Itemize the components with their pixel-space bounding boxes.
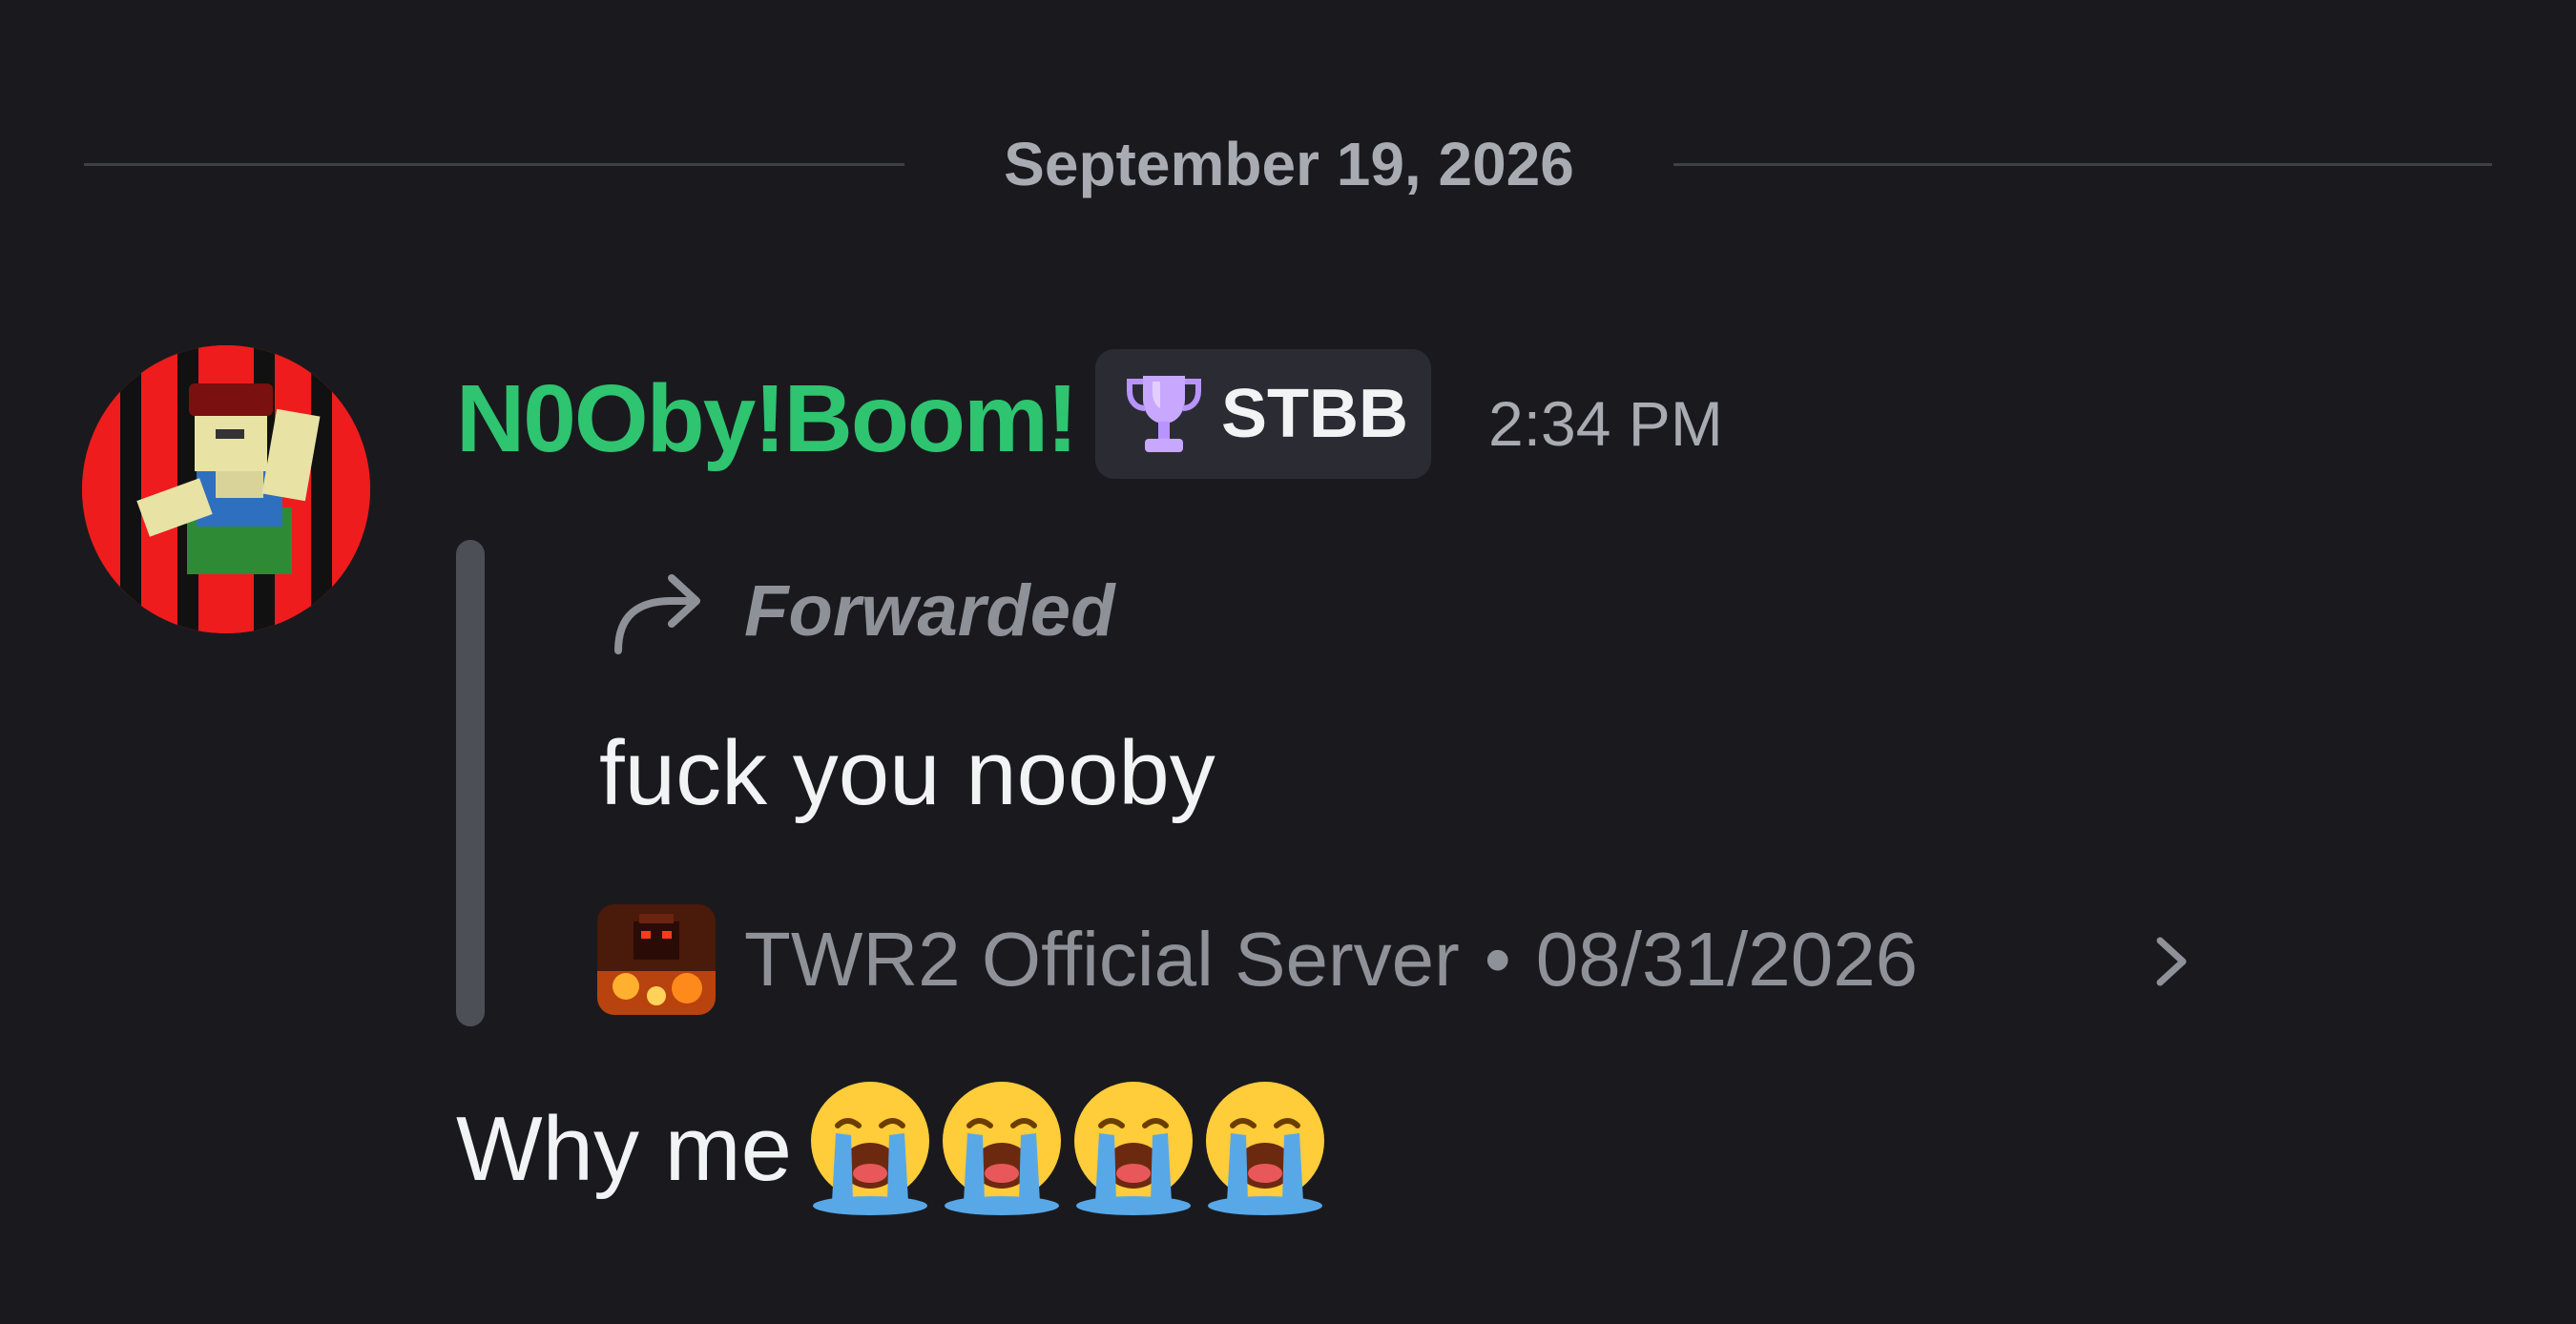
trophy-icon bbox=[1127, 376, 1201, 452]
loudly-crying-face-icon bbox=[943, 1082, 1061, 1215]
forward-source[interactable]: TWR2 Official Server • 08/31/2026 bbox=[744, 916, 1918, 1003]
forward-arrow-icon bbox=[614, 574, 700, 654]
forward-quote-bar bbox=[456, 540, 485, 1026]
chevron-right-icon[interactable] bbox=[2150, 933, 2192, 990]
message-text: Why me bbox=[456, 1098, 793, 1200]
date-divider: September 19, 2026 bbox=[1004, 130, 1574, 198]
meta-separator: • bbox=[1484, 917, 1511, 1002]
forwarded-label: Forwarded bbox=[744, 570, 1115, 652]
server-icon[interactable] bbox=[597, 904, 716, 1015]
loudly-crying-face-icon bbox=[811, 1082, 929, 1215]
role-tag-label: STBB bbox=[1221, 376, 1408, 452]
role-tag[interactable]: STBB bbox=[1095, 349, 1431, 479]
forwarded-message-text: fuck you nooby bbox=[599, 722, 1215, 824]
avatar[interactable] bbox=[82, 345, 370, 633]
loudly-crying-face-icon bbox=[1206, 1082, 1324, 1215]
date-divider-line-right bbox=[1673, 163, 2492, 166]
emoji-row bbox=[803, 1078, 1330, 1221]
forward-original-date: 08/31/2026 bbox=[1535, 917, 1919, 1002]
chat-view: September 19, 2026 N0Oby!Boom! STBB 2:34… bbox=[0, 0, 2576, 1324]
loudly-crying-face-icon bbox=[1074, 1082, 1193, 1215]
server-name: TWR2 Official Server bbox=[744, 917, 1460, 1002]
username[interactable]: N0Oby!Boom! bbox=[456, 366, 1078, 471]
message-timestamp[interactable]: 2:34 PM bbox=[1488, 387, 1723, 460]
date-divider-line-left bbox=[84, 163, 904, 166]
